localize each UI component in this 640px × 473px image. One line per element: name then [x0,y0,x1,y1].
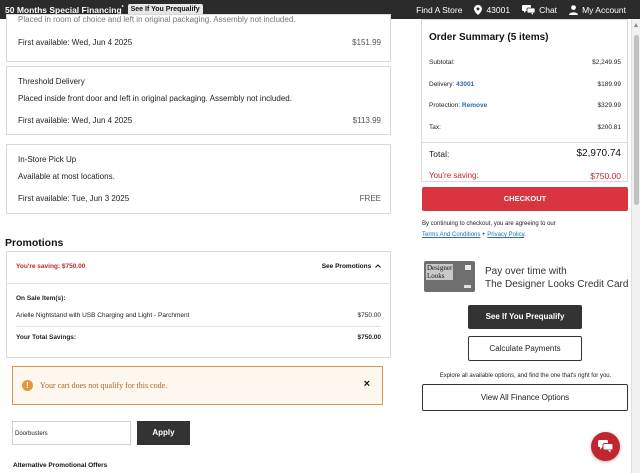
card-brand: Designer Looks [426,264,454,280]
chat-link[interactable]: Chat [522,4,557,15]
chat-icon [522,4,536,15]
financing-promo[interactable]: 50 Months Special Financing* [5,5,124,15]
promotions-panel: You're saving: $750.00 See Promotions On… [6,251,391,358]
finance-explore-text: Explore all available options, and find … [439,373,612,379]
first-available: First available: Wed, Jun 4 2025 [18,116,133,125]
credit-card-pitch: Pay over time with The Designer Looks Cr… [485,266,629,290]
delivery-price: FREE [359,194,381,203]
promo-code-alert: ! Your cart does not qualify for this co… [12,366,383,405]
delivery-description: Placed inside front door and left in ori… [18,94,292,103]
privacy-link[interactable]: Privacy Policy [487,232,524,238]
divider [422,142,627,143]
delivery-name: Threshold Delivery [18,77,85,86]
subtotal-value: $2,249.95 [592,59,621,66]
terms-notice: By continuing to checkout, you are agree… [422,221,556,238]
divider [16,326,381,327]
remove-protection-link[interactable]: Remove [462,102,487,109]
protection-label: Protection: Remove [429,102,488,109]
promotions-title: Promotions [5,237,64,249]
warning-icon: ! [22,380,33,391]
account-link[interactable]: My Account [569,5,626,15]
close-icon[interactable]: × [364,378,370,390]
total-label: Total: [429,149,450,159]
protection-value: $329.99 [597,102,622,109]
delivery-price: $113.99 [352,116,381,125]
zip-location[interactable]: 43001 [474,4,510,15]
promo-item-name: Arielle Nightstand with USB Charging and… [16,312,190,319]
delivery-name: In-Store Pick Up [18,155,77,164]
divider [7,283,390,284]
subtotal-label: Subtotal: [429,59,455,66]
checkout-button[interactable]: CHECKOUT [422,187,628,211]
calculate-payments-button[interactable]: Calculate Payments [468,336,582,361]
delivery-option-in-store-pickup[interactable]: In-Store Pick Up Available at most locat… [6,144,391,214]
find-store-link[interactable]: Find A Store [416,5,462,15]
delivery-description: Placed in room of choice and left in ori… [18,15,296,24]
credit-card-image: Designer Looks [424,261,475,292]
delivery-description: Available at most locations. [18,172,115,181]
alert-message: Your cart does not qualify for this code… [40,381,168,390]
chat-bubble-icon [598,440,613,453]
delivery-zip-link[interactable]: 43001 [456,81,474,88]
delivery-option-room-of-choice[interactable]: Placed in room of choice and left in ori… [6,14,391,62]
card-chip-icon [465,265,471,270]
chevron-up-icon [375,264,381,268]
apply-button[interactable]: Apply [137,421,190,445]
location-pin-icon [474,4,483,15]
delivery-price: $151.99 [352,38,381,47]
saving-value: $750.00 [590,171,621,181]
total-savings-label: Your Total Savings: [16,334,77,341]
page-scrollbar[interactable] [631,19,640,473]
terms-link[interactable]: Terms And Conditions [422,232,480,238]
promo-code-input[interactable]: Doorbusters [12,421,131,445]
user-icon [569,4,579,15]
total-value: $2,970.74 [576,148,622,159]
order-summary-title: Order Summary (5 items) [429,32,549,43]
first-available: First available: Wed, Jun 4 2025 [18,38,133,47]
alternative-offers-title: Alternative Promotional Offers [13,462,108,469]
promo-item-amount: $750.00 [357,312,382,319]
delivery-option-threshold[interactable]: Threshold Delivery Placed inside front d… [6,66,391,135]
prequalify-button[interactable]: See If You Prequalify [468,305,582,329]
card-stripe-icon [464,285,471,288]
tax-value: $200.81 [597,124,622,131]
topbar-utilities: Find A Store 43001 Chat My Account [404,0,626,19]
saving-label: You're saving: [429,171,479,180]
delivery-value: $189.99 [597,81,622,88]
on-sale-label: On Sale Item(s): [16,295,66,302]
scroll-thumb[interactable] [634,35,639,205]
promo-saving: You're saving: $750.00 [16,263,86,270]
scroll-up-icon[interactable] [634,23,638,27]
view-finance-options-button[interactable]: View All Finance Options [422,384,628,411]
delivery-label: Delivery: 43001 [429,81,475,88]
order-summary: Order Summary (5 items) Subtotal: $2,249… [421,19,628,182]
see-promotions-toggle[interactable]: See Promotions [322,263,381,270]
chat-launcher-button[interactable] [591,432,620,461]
first-available: First available: Tue, Jun 3 2025 [18,194,130,203]
tax-label: Tax: [429,124,441,131]
total-savings-amount: $750.00 [357,334,382,341]
